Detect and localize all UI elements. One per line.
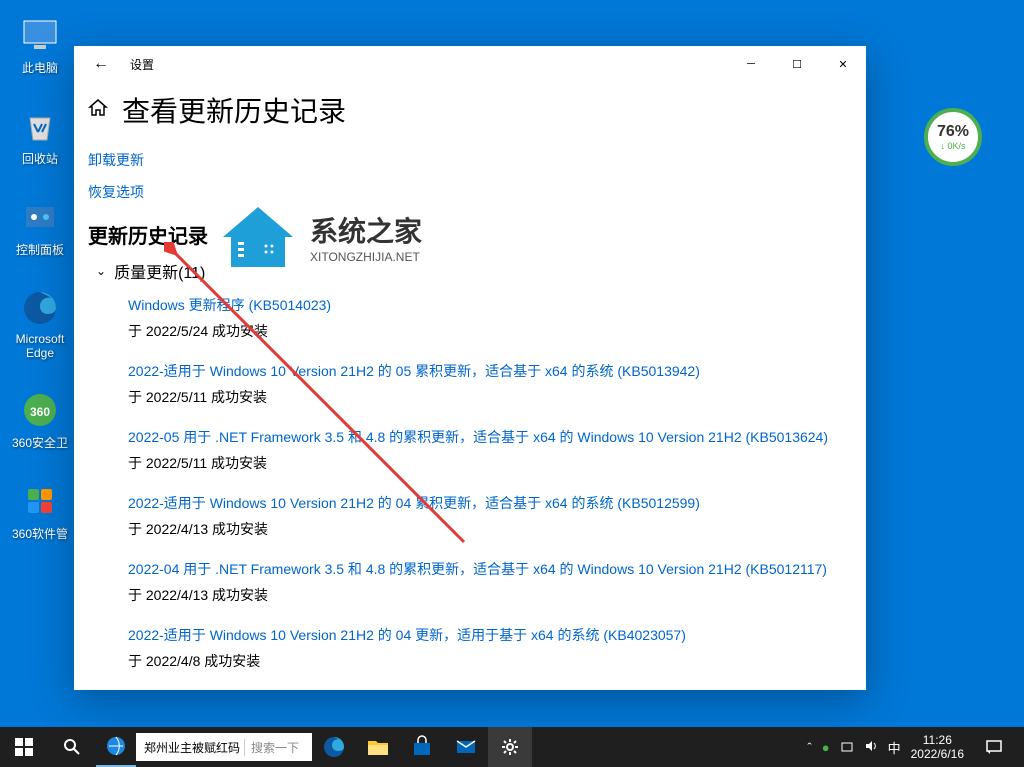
minimize-button[interactable]: ─ [728, 46, 774, 82]
section-title: 更新历史记录 [88, 220, 838, 249]
news-headline: 郑州业主被赋红码 [144, 739, 240, 756]
page-title: 查看更新历史记录 [122, 90, 346, 130]
update-list: Windows 更新程序 (KB5014023) 于 2022/5/24 成功安… [88, 295, 838, 671]
maximize-button[interactable]: ☐ [774, 46, 820, 82]
uninstall-updates-link[interactable]: 卸载更新 [88, 150, 838, 170]
update-item: Windows 更新程序 (KB5014023) 于 2022/5/24 成功安… [128, 295, 838, 341]
update-date: 于 2022/5/11 成功安装 [128, 453, 838, 473]
pc-icon [20, 15, 60, 55]
clock[interactable]: 11:26 2022/6/16 [911, 733, 964, 762]
search-button[interactable] [48, 727, 96, 767]
update-item: 2022-适用于 Windows 10 Version 21H2 的 04 累积… [128, 493, 838, 539]
desktop-icon-360-software[interactable]: 360软件管 [5, 476, 75, 547]
taskbar-edge[interactable] [312, 727, 356, 767]
software-manager-icon [20, 481, 60, 521]
titlebar: ← 设置 ─ ☐ ✕ [74, 46, 866, 82]
control-panel-icon [20, 197, 60, 237]
update-item: 2022-04 用于 .NET Framework 3.5 和 4.8 的累积更… [128, 559, 838, 605]
update-item: 2022-适用于 Windows 10 Version 21H2 的 04 更新… [128, 625, 838, 671]
update-link[interactable]: 2022-适用于 Windows 10 Version 21H2 的 04 更新… [128, 627, 686, 643]
page-header: 查看更新历史记录 [88, 90, 838, 130]
update-date: 于 2022/5/11 成功安装 [128, 387, 838, 407]
recycle-bin-icon [20, 106, 60, 146]
desktop-icons: 此电脑 回收站 控制面板 Microsoft Edge 360 360安全卫 3… [5, 10, 75, 567]
chevron-down-icon: ⌄ [96, 264, 106, 278]
back-button[interactable]: ← [82, 46, 120, 82]
window-title: 设置 [130, 56, 154, 73]
update-link[interactable]: 2022-适用于 Windows 10 Version 21H2 的 05 累积… [128, 363, 700, 379]
update-link[interactable]: 2022-适用于 Windows 10 Version 21H2 的 04 累积… [128, 495, 700, 511]
update-date: 于 2022/5/24 成功安装 [128, 321, 838, 341]
edge-icon [20, 288, 60, 328]
360-icon: 360 [20, 390, 60, 430]
taskbar-explorer[interactable] [356, 727, 400, 767]
clock-time: 11:26 [911, 733, 964, 747]
desktop-icon-control-panel[interactable]: 控制面板 [5, 192, 75, 263]
close-button[interactable]: ✕ [820, 46, 866, 82]
svg-text:360: 360 [30, 405, 50, 419]
update-date: 于 2022/4/8 成功安装 [128, 651, 838, 671]
update-date: 于 2022/4/13 成功安装 [128, 585, 838, 605]
update-link[interactable]: 2022-04 用于 .NET Framework 3.5 和 4.8 的累积更… [128, 561, 827, 577]
action-center-button[interactable] [974, 738, 1014, 756]
taskbar-ie[interactable] [96, 727, 136, 767]
expander-label: 质量更新(11) [114, 259, 205, 283]
update-item: 2022-05 用于 .NET Framework 3.5 和 4.8 的累积更… [128, 427, 838, 473]
desktop-icon-edge[interactable]: Microsoft Edge [5, 283, 75, 365]
watermark-logo: 系统之家 XITONGZHIJIA.NET [218, 202, 422, 272]
update-date: 于 2022/4/13 成功安装 [128, 519, 838, 539]
clock-date: 2022/6/16 [911, 747, 964, 761]
recovery-options-link[interactable]: 恢复选项 [88, 182, 838, 202]
update-item: 2022-适用于 Windows 10 Version 21H2 的 05 累积… [128, 361, 838, 407]
network-speed-meter[interactable]: 76% ↓ 0K/s [924, 108, 982, 166]
desktop-icon-recycle-bin[interactable]: 回收站 [5, 101, 75, 172]
house-logo-icon [218, 202, 298, 272]
meter-percentage: 76% [937, 123, 969, 141]
update-link[interactable]: Windows 更新程序 (KB5014023) [128, 297, 331, 313]
taskbar-settings[interactable] [488, 727, 532, 767]
tray-volume-icon[interactable] [864, 739, 878, 756]
content-area: 查看更新历史记录 系统之家 XITONGZHIJIA.NET 卸载更新 恢复选项… [74, 82, 866, 690]
quality-updates-expander[interactable]: ⌄ 质量更新(11) [96, 259, 838, 283]
update-link[interactable]: 2022-05 用于 .NET Framework 3.5 和 4.8 的累积更… [128, 429, 828, 445]
desktop-icon-this-pc[interactable]: 此电脑 [5, 10, 75, 81]
meter-speed: ↓ 0K/s [940, 141, 965, 151]
news-widget[interactable]: 郑州业主被赋红码 搜索一下 [136, 733, 312, 761]
taskbar-mail[interactable] [444, 727, 488, 767]
desktop-icon-360-security[interactable]: 360 360安全卫 [5, 385, 75, 456]
watermark-title: 系统之家 [310, 210, 422, 250]
taskbar: 郑州业主被赋红码 搜索一下 ˆ ● 中 11:26 2022/6/16 [0, 727, 1024, 767]
watermark-url: XITONGZHIJIA.NET [310, 250, 422, 264]
home-icon[interactable] [88, 98, 108, 123]
start-button[interactable] [0, 727, 48, 767]
tray-chevron-icon[interactable]: ˆ [807, 740, 811, 755]
settings-window: ← 设置 ─ ☐ ✕ 查看更新历史记录 系统之家 XITONGZHIJIA.NE… [74, 46, 866, 690]
system-tray: ˆ ● 中 11:26 2022/6/16 [797, 733, 1024, 762]
tray-360-icon[interactable]: ● [822, 740, 830, 755]
news-search-label: 搜索一下 [244, 739, 304, 756]
taskbar-store[interactable] [400, 727, 444, 767]
tray-network-icon[interactable] [840, 739, 854, 756]
ime-indicator[interactable]: 中 [888, 738, 901, 757]
